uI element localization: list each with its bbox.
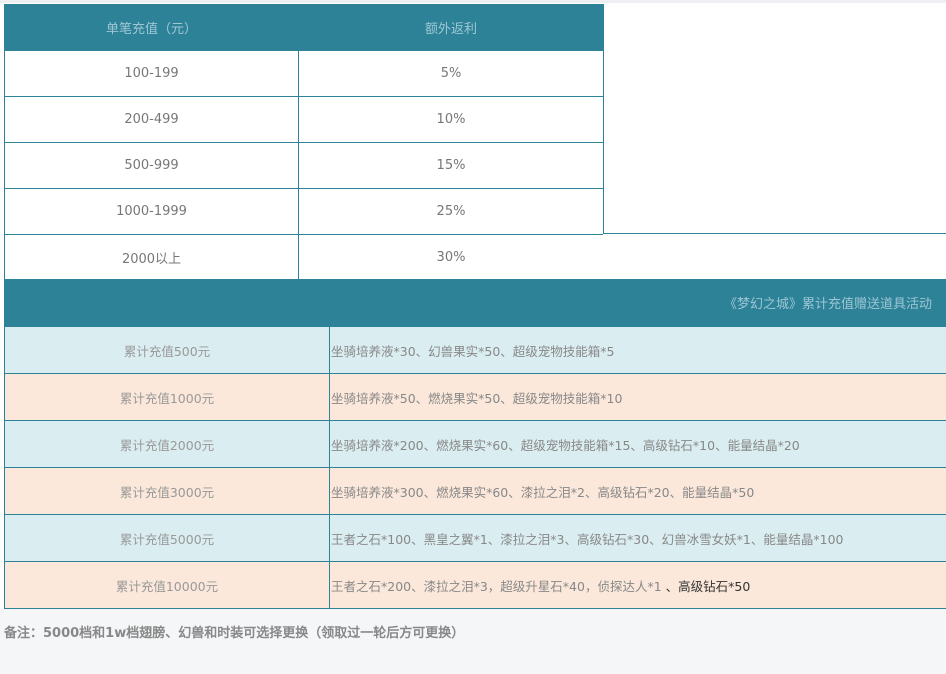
cumulative-rewards: 坐骑培养液*30、幻兽果实*50、超级宠物技能箱*5 <box>329 326 946 374</box>
rewards-text: 王者之石*200、漆拉之泪*3，超级升星石*40，侦探达人*1 <box>331 578 666 594</box>
header-bonus: 额外返利 <box>298 4 604 51</box>
header-amount: 单笔充值（元） <box>4 4 299 51</box>
cumulative-rewards: 坐骑培养液*50、燃烧果实*50、超级宠物技能箱*10 <box>329 373 946 421</box>
footnote: 备注：5000档和1w档翅膀、幻兽和时装可选择更换（领取过一轮后方可更换） <box>4 626 465 641</box>
rebate-bonus: 5% <box>298 50 604 97</box>
rebate-table-header: 单笔充值（元） 额外返利 <box>4 4 604 51</box>
rewards-text: 坐骑培养液*30、幻兽果实*50、超级宠物技能箱*5 <box>331 343 615 359</box>
cumulative-rewards: 坐骑培养液*200、燃烧果实*60、超级宠物技能箱*15、高级钻石*10、能量结… <box>329 420 946 468</box>
rebate-bonus: 10% <box>298 96 604 143</box>
rebate-bonus: 25% <box>298 188 604 235</box>
rewards-text: 王者之石*100、黑皇之翼*1、漆拉之泪*3、高级钻石*30、幻兽冰雪女妖*1、… <box>331 531 844 547</box>
cumulative-level: 累计充值3000元 <box>4 467 330 515</box>
rewards-text: 坐骑培养液*200、燃烧果实*60、超级宠物技能箱*15、高级钻石*10、能量结… <box>331 437 800 453</box>
cumulative-title: 《梦幻之城》累计充值赠送道具活动 <box>723 297 932 312</box>
table-row: 累计充值5000元 王者之石*100、黑皇之翼*1、漆拉之泪*3、高级钻石*30… <box>4 514 946 562</box>
cumulative-rewards: 坐骑培养液*300、燃烧果实*60、漆拉之泪*2、高级钻石*20、能量结晶*50 <box>329 467 946 515</box>
cumulative-level: 累计充值5000元 <box>4 514 330 562</box>
cumulative-level: 累计充值2000元 <box>4 420 330 468</box>
rewards-text-extra: 、高级钻石*50 <box>665 578 751 594</box>
table-row: 2000以上 30% <box>4 234 604 281</box>
rebate-amount: 2000以上 <box>4 234 299 281</box>
table-row: 500-999 15% <box>4 142 604 189</box>
table-row: 累计充值500元 坐骑培养液*30、幻兽果实*50、超级宠物技能箱*5 <box>4 326 946 374</box>
rebate-amount: 200-499 <box>4 96 299 143</box>
rebate-bonus: 15% <box>298 142 604 189</box>
rebate-bonus: 30% <box>298 234 604 281</box>
rebate-table: 单笔充值（元） 额外返利 100-199 5% 200-499 10% 500-… <box>4 4 604 281</box>
rewards-text: 坐骑培养液*300、燃烧果实*60、漆拉之泪*2、高级钻石*20、能量结晶*50 <box>331 484 755 500</box>
table-row: 累计充值2000元 坐骑培养液*200、燃烧果实*60、超级宠物技能箱*15、高… <box>4 420 946 468</box>
table-row: 100-199 5% <box>4 50 604 97</box>
table-row: 200-499 10% <box>4 96 604 143</box>
table-row-extension <box>603 233 946 279</box>
rebate-amount: 1000-1999 <box>4 188 299 235</box>
rebate-amount: 100-199 <box>4 50 299 97</box>
cumulative-rewards: 王者之石*100、黑皇之翼*1、漆拉之泪*3、高级钻石*30、幻兽冰雪女妖*1、… <box>329 514 946 562</box>
table-row: 累计充值1000元 坐骑培养液*50、燃烧果实*50、超级宠物技能箱*10 <box>4 373 946 421</box>
table-row: 累计充值10000元 王者之石*200、漆拉之泪*3，超级升星石*40，侦探达人… <box>4 561 946 609</box>
rebate-amount: 500-999 <box>4 142 299 189</box>
table-row: 1000-1999 25% <box>4 188 604 235</box>
cumulative-level: 累计充值10000元 <box>4 561 330 609</box>
cumulative-table: 累计充值500元 坐骑培养液*30、幻兽果实*50、超级宠物技能箱*5 累计充值… <box>4 326 946 609</box>
cumulative-banner: 《梦幻之城》累计充值赠送道具活动 <box>4 279 946 326</box>
cumulative-rewards: 王者之石*200、漆拉之泪*3，超级升星石*40，侦探达人*1 、高级钻石*50 <box>329 561 946 609</box>
rewards-text: 坐骑培养液*50、燃烧果实*50、超级宠物技能箱*10 <box>331 390 623 406</box>
cumulative-level: 累计充值500元 <box>4 326 330 374</box>
table-row: 累计充值3000元 坐骑培养液*300、燃烧果实*60、漆拉之泪*2、高级钻石*… <box>4 467 946 515</box>
cumulative-level: 累计充值1000元 <box>4 373 330 421</box>
